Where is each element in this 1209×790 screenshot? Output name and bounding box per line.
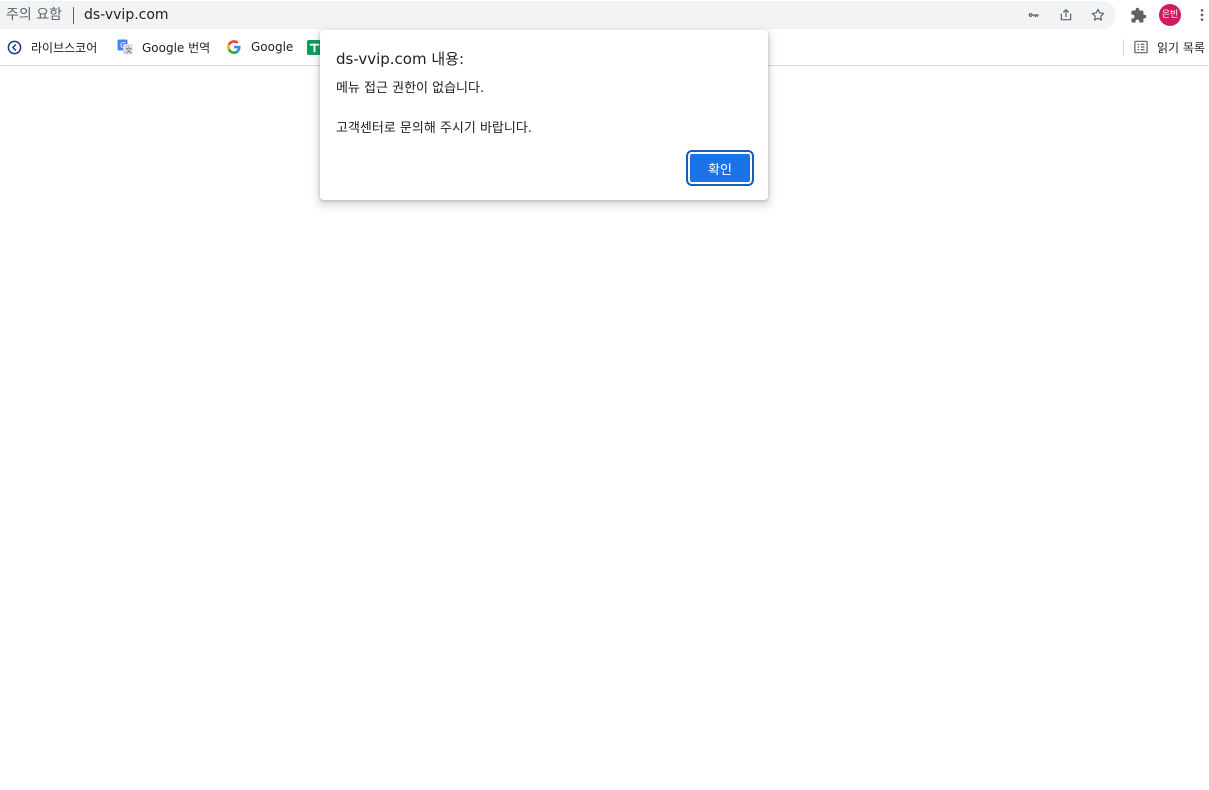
omnibox[interactable]: 주의 요함 ds-vvip.com xyxy=(0,1,1116,29)
security-warning-chip[interactable]: 주의 요함 xyxy=(6,6,62,24)
bookmark-label: Google xyxy=(251,40,294,54)
reading-list-label: 읽기 목록 xyxy=(1157,40,1205,55)
bookmarks-divider xyxy=(1123,39,1124,56)
reading-list-button[interactable]: 읽기 목록 xyxy=(1133,38,1205,56)
profile-avatar[interactable]: 은빈 xyxy=(1159,4,1181,26)
bookmark-google[interactable]: Google xyxy=(226,38,293,56)
puzzle-icon[interactable] xyxy=(1128,5,1148,25)
browser-toolbar: 주의 요함 ds-vvip.com 은빈 xyxy=(0,0,1209,30)
star-icon[interactable] xyxy=(1089,6,1107,24)
google-g-icon xyxy=(226,39,242,55)
svg-text:文: 文 xyxy=(125,46,132,55)
dialog-message-line-2: 고객센터로 문의해 주시기 바랍니다. xyxy=(336,121,532,136)
share-icon[interactable] xyxy=(1057,6,1075,24)
omnibox-divider xyxy=(73,7,74,24)
reading-list-icon xyxy=(1133,39,1149,55)
dialog-message-line-1: 메뉴 접근 권한이 없습니다. xyxy=(336,81,485,96)
key-icon[interactable] xyxy=(1025,6,1043,24)
bookmark-livescore[interactable]: 라이브스코어 xyxy=(6,38,97,56)
bookmark-label: 라이브스코어 xyxy=(31,40,98,55)
livescore-icon xyxy=(6,39,22,55)
bookmark-google-translate[interactable]: G文 Google 번역 xyxy=(117,38,210,56)
ok-button[interactable]: 확인 xyxy=(686,150,754,186)
google-translate-icon: G文 xyxy=(117,39,133,55)
alert-dialog: ds-vvip.com 내용: 메뉴 접근 권한이 없습니다. 고객센터로 문의… xyxy=(320,30,768,200)
dialog-title: ds-vvip.com 내용: xyxy=(336,50,465,68)
more-vert-icon[interactable] xyxy=(1192,5,1209,25)
bookmark-label: Google 번역 xyxy=(142,40,211,55)
url-text[interactable]: ds-vvip.com xyxy=(84,6,169,24)
